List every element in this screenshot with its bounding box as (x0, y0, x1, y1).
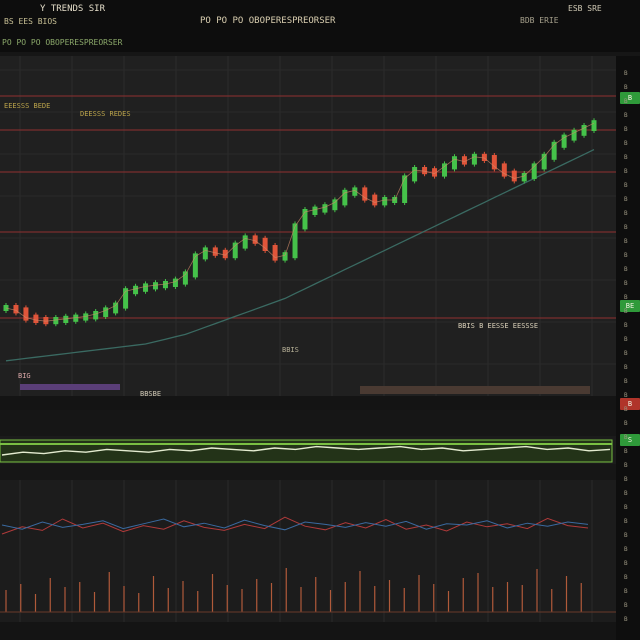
candle-body (471, 153, 477, 165)
candle-body (402, 175, 408, 203)
time-axis-upper (0, 396, 616, 410)
candle-body (182, 271, 188, 285)
candle-body (33, 314, 39, 323)
candle-body (252, 235, 258, 244)
annotation-upper-mid: DEESSS REDES (80, 110, 131, 118)
annotation-lower-left: BIG (18, 372, 31, 380)
oscillator-panel (0, 480, 616, 560)
candle-body (382, 197, 388, 206)
candle-body (212, 247, 218, 256)
candle-body (581, 125, 587, 136)
candle-body (143, 283, 149, 292)
chart-canvas[interactable] (0, 0, 640, 640)
candle-body (412, 167, 418, 182)
candle-body (202, 247, 208, 260)
candle-body (571, 129, 577, 141)
candle-body (262, 237, 268, 251)
candle-body (312, 206, 318, 215)
price-panel (0, 56, 616, 396)
candle-body (591, 120, 597, 131)
candle-body (322, 204, 328, 213)
candle-body (531, 163, 537, 179)
base-strip (360, 386, 590, 394)
candle-body (23, 307, 29, 321)
candle-body (103, 307, 109, 317)
annotation-upper-left: EEESSS BEDE (4, 102, 51, 110)
candle-body (232, 242, 238, 259)
base-strip (20, 384, 120, 390)
candle-body (451, 156, 457, 170)
candle-body (282, 252, 288, 261)
candle-body (272, 245, 278, 261)
candle-body (93, 311, 99, 320)
candle-body (133, 285, 139, 295)
annotation-mid-label: BBIS (282, 346, 299, 354)
candle-body (511, 170, 517, 182)
annotation-lower-right: BBIS B EESSE EESSSE (458, 322, 539, 330)
candle-body (113, 302, 119, 314)
candle-body (292, 223, 298, 259)
candle-body (372, 194, 378, 206)
volume-panel (0, 560, 616, 622)
candle-body (242, 235, 248, 249)
time-axis-lower (0, 622, 616, 640)
annotation-lower-mid: BBSBE (140, 390, 162, 398)
candle-body (541, 153, 547, 170)
